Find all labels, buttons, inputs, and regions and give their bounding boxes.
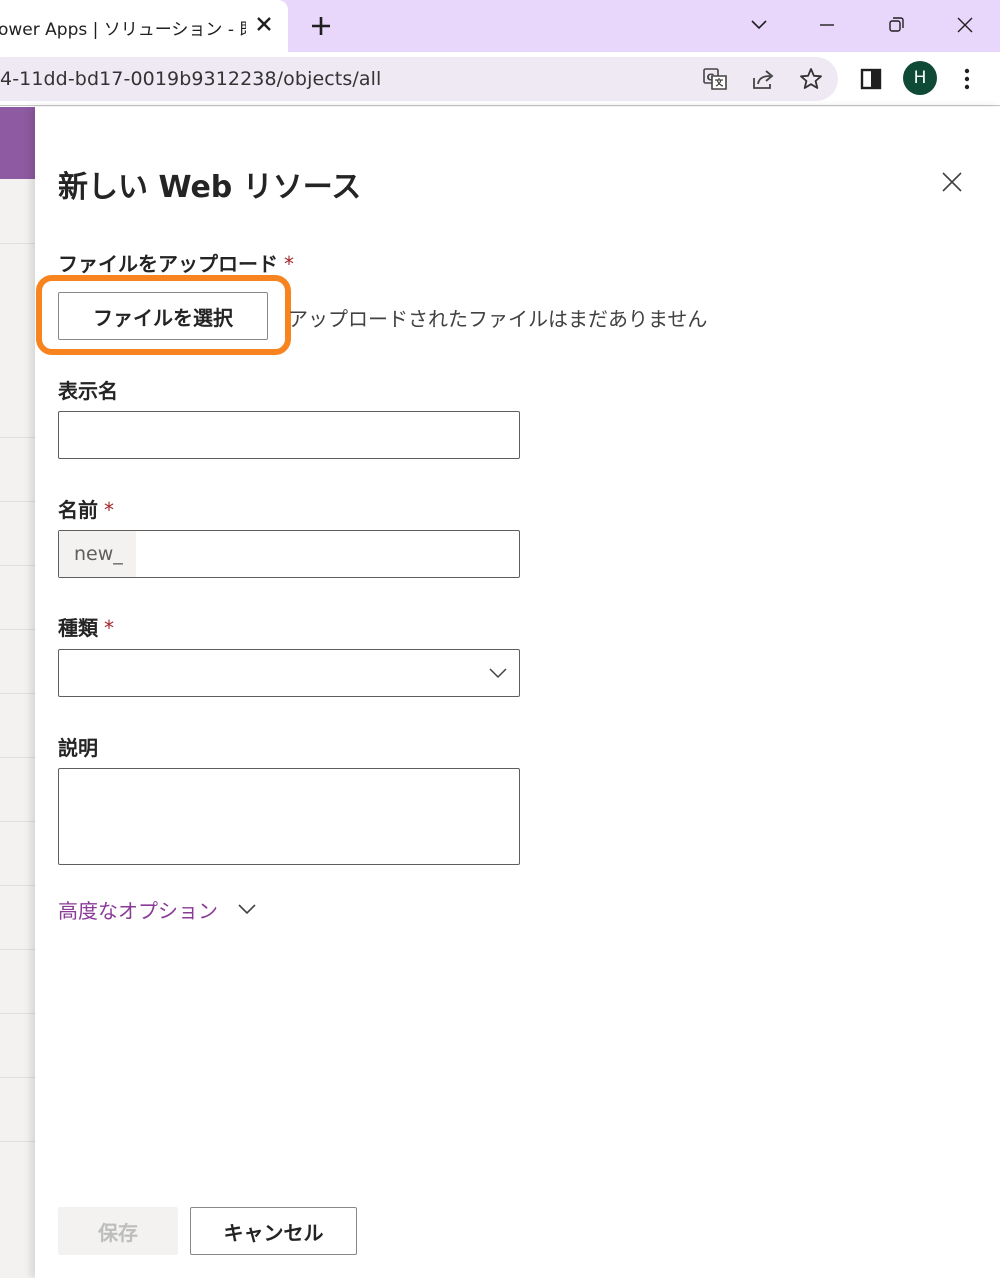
name-field[interactable]: new_ — [58, 530, 520, 578]
more-icon[interactable] — [952, 64, 982, 94]
divider — [0, 693, 35, 694]
tab-title: ower Apps | ソリューション - 既定の — [0, 20, 246, 40]
window-close-icon[interactable] — [950, 10, 980, 40]
divider — [0, 757, 35, 758]
chevron-down-icon — [489, 668, 507, 679]
browser-toolbar: 4-11dd-bd17-0019b9312238/objects/all G — [0, 52, 1000, 106]
star-icon[interactable] — [796, 64, 826, 94]
description-label-text: 説明 — [58, 736, 98, 760]
divider — [0, 1013, 35, 1014]
name-prefix: new_ — [59, 531, 136, 577]
type-label: 種類 * — [58, 612, 114, 641]
close-icon[interactable] — [937, 167, 967, 197]
upload-label-text: ファイルをアップロード — [58, 252, 278, 276]
required-mark: * — [284, 252, 294, 276]
display-name-label-text: 表示名 — [58, 379, 118, 403]
divider — [0, 437, 35, 438]
divider — [0, 629, 35, 630]
divider — [0, 565, 35, 566]
chevron-down-icon[interactable] — [235, 897, 259, 921]
browser-tab[interactable]: ower Apps | ソリューション - 既定の — [0, 0, 288, 52]
upload-label: ファイルをアップロード * — [58, 248, 294, 277]
upload-status-text: アップロードされたファイルはまだありません — [288, 307, 708, 331]
new-web-resource-panel: 新しい Web リソース ファイルをアップロード * ファイルを選択 アップロード… — [35, 107, 1000, 1278]
restore-icon[interactable] — [881, 10, 911, 40]
name-label: 名前 * — [58, 494, 114, 523]
required-mark: * — [104, 498, 114, 522]
name-label-text: 名前 — [58, 498, 98, 522]
description-label: 説明 — [58, 732, 98, 761]
divider — [0, 821, 35, 822]
divider — [0, 1077, 35, 1078]
browser-titlebar: ower Apps | ソリューション - 既定の — [0, 0, 1000, 52]
type-dropdown[interactable] — [58, 649, 520, 697]
choose-file-button[interactable]: ファイルを選択 — [58, 292, 268, 340]
divider — [0, 885, 35, 886]
address-url[interactable]: 4-11dd-bd17-0019b9312238/objects/all — [0, 68, 381, 90]
advanced-options-link[interactable]: 高度なオプション — [58, 895, 218, 924]
tab-search-chevron-down-icon[interactable] — [744, 10, 774, 40]
divider — [0, 949, 35, 950]
share-icon[interactable] — [748, 64, 778, 94]
background-app-header — [0, 107, 35, 179]
side-panel-icon[interactable] — [856, 64, 886, 94]
translate-icon[interactable]: G — [700, 64, 730, 94]
panel-title: 新しい Web リソース — [58, 170, 362, 205]
new-tab-icon[interactable] — [306, 11, 336, 41]
description-field[interactable] — [58, 768, 520, 865]
profile-avatar[interactable]: H — [903, 61, 937, 95]
save-button[interactable]: 保存 — [58, 1207, 178, 1255]
cancel-button[interactable]: キャンセル — [190, 1207, 357, 1255]
display-name-label: 表示名 — [58, 375, 118, 404]
required-mark: * — [104, 616, 114, 640]
divider — [0, 501, 35, 502]
divider — [0, 1141, 35, 1142]
tab-close-icon[interactable] — [252, 12, 276, 36]
type-label-text: 種類 — [58, 616, 98, 640]
display-name-field[interactable] — [58, 411, 520, 459]
minimize-icon[interactable] — [812, 10, 842, 40]
background-app — [0, 107, 35, 1278]
divider — [0, 243, 35, 244]
